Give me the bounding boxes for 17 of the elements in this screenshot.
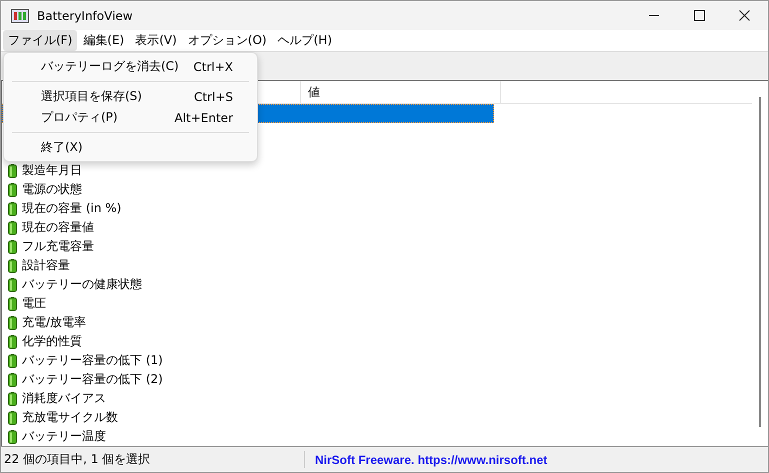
table-cell: バッテリー容量の低下 (2)	[22, 371, 163, 388]
table-cell: 化学的性質	[22, 333, 82, 350]
table-cell: 充放電サイクル数	[22, 409, 118, 426]
table-cell: 電源の状態	[22, 181, 82, 198]
table-cell: バッテリー容量の低下 (1)	[22, 352, 163, 369]
table-cell: 設計容量	[22, 257, 70, 274]
table-cell: 現在の容量 (in %)	[22, 200, 122, 217]
table-cell: バッテリー温度	[22, 428, 106, 445]
table-cell: フル充電容量	[22, 238, 94, 255]
table-cell: 消耗度バイアス	[22, 390, 106, 407]
table-cell: 充電/放電率	[22, 314, 86, 331]
table-cell: 製造年月日	[22, 162, 82, 179]
table-cell: 現在の容量値	[22, 219, 94, 236]
table-cell: バッテリーの健康状態	[22, 276, 142, 293]
window-title: BatteryInfoView	[37, 8, 133, 22]
status-text: 22 個の項目中, 1 個を選択	[1, 451, 305, 468]
table-cell: 電圧	[22, 295, 46, 312]
